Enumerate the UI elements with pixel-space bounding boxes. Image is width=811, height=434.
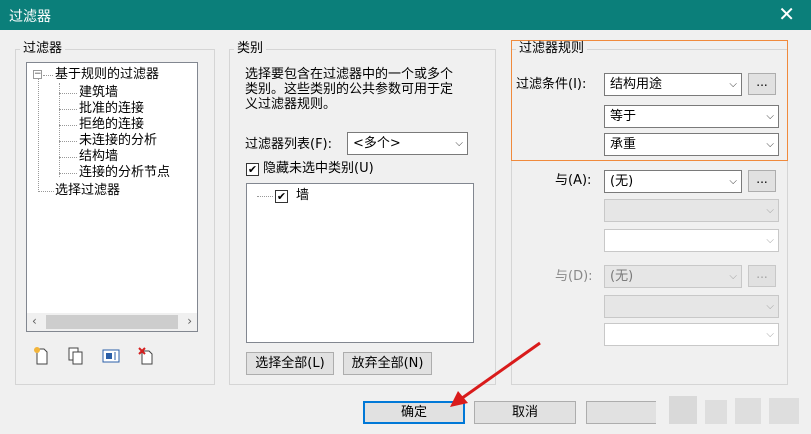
value-value: 承重	[610, 137, 637, 152]
and-a-label: 与(A):	[555, 173, 592, 188]
filter-tree[interactable]: − 基于规则的过滤器 建筑墙 批准的连接 拒绝的连接 未连接的分析 结构墙 连接…	[26, 62, 198, 332]
condition-value: 结构用途	[610, 77, 663, 92]
and-d-label: 与(D):	[555, 269, 593, 284]
filter-rules-group-title: 过滤器规则	[516, 41, 588, 57]
chevron-down-icon: ⌵	[766, 301, 774, 312]
and-a-value: (无)	[610, 174, 634, 189]
tree-horizontal-scrollbar[interactable]: ‹ ›	[27, 313, 197, 331]
chevron-down-icon: ⌵	[766, 235, 774, 246]
value-dropdown[interactable]: 承重 ⌵	[604, 133, 779, 156]
and-d-value: (无)	[610, 269, 634, 284]
filter-list-label: 过滤器列表(F):	[245, 137, 333, 152]
tree-node-approved-connection[interactable]: 批准的连接	[79, 101, 144, 117]
chevron-down-icon: ⌵	[766, 139, 774, 150]
delete-filter-icon[interactable]	[137, 346, 157, 366]
scroll-right-icon[interactable]: ›	[187, 314, 192, 328]
tree-line	[38, 79, 39, 192]
tree-node-unconnected-analysis[interactable]: 未连接的分析	[79, 133, 157, 149]
duplicate-filter-icon[interactable]	[66, 346, 86, 366]
tree-line	[59, 125, 77, 126]
new-filter-icon[interactable]	[32, 346, 52, 366]
chevron-down-icon: ⌵	[729, 271, 737, 282]
condition-more-button[interactable]: ...	[748, 73, 776, 95]
filter-list-value: <多个>	[353, 136, 401, 151]
category-item-label[interactable]: 墙	[296, 188, 309, 204]
tree-line	[257, 196, 273, 197]
title-bar: 过滤器 ✕	[0, 0, 811, 30]
and-a-more-button[interactable]: ...	[748, 170, 776, 192]
operator-value: 等于	[610, 109, 637, 124]
and-a-value-dropdown: ⌵	[604, 229, 779, 252]
categories-group-title: 类别	[234, 41, 267, 57]
select-all-button[interactable]: 选择全部(L)	[246, 352, 334, 375]
filter-list-dropdown[interactable]: <多个> ⌵	[347, 132, 468, 155]
scroll-left-icon[interactable]: ‹	[32, 314, 37, 328]
chevron-down-icon: ⌵	[766, 111, 774, 122]
filters-group-title: 过滤器	[20, 41, 66, 57]
and-d-operator-dropdown: ⌵	[604, 295, 779, 318]
and-a-operator-dropdown: ⌵	[604, 199, 779, 222]
and-d-value-dropdown: ⌵	[604, 323, 779, 346]
tree-node-structural-wall[interactable]: 结构墙	[79, 149, 118, 165]
hide-unchecked-checkbox[interactable]: ✔	[246, 163, 259, 176]
tree-line	[59, 173, 77, 174]
categories-description: 类别。这些类别的公共参数可用于定	[245, 82, 454, 97]
condition-dropdown[interactable]: 结构用途 ⌵	[604, 73, 742, 96]
and-a-dropdown[interactable]: (无) ⌵	[604, 170, 742, 193]
chevron-down-icon: ⌵	[455, 138, 463, 149]
hide-unchecked-label[interactable]: 隐藏未选中类别(U)	[263, 161, 374, 177]
deselect-all-button[interactable]: 放弃全部(N)	[343, 352, 432, 375]
window-title: 过滤器	[9, 9, 51, 25]
category-item-checkbox[interactable]: ✔	[275, 190, 288, 203]
condition-label: 过滤条件(I):	[516, 77, 587, 92]
close-icon[interactable]: ✕	[778, 3, 795, 25]
tree-node-architectural-wall[interactable]: 建筑墙	[79, 85, 118, 101]
chevron-down-icon: ⌵	[766, 329, 774, 340]
tree-line	[59, 157, 77, 158]
tree-line	[59, 109, 77, 110]
annotation-arrow-icon	[450, 341, 541, 407]
tree-node-selection-filter[interactable]: 选择过滤器	[55, 183, 120, 199]
chevron-down-icon: ⌵	[729, 176, 737, 187]
tree-node-connected-analysis-node[interactable]: 连接的分析节点	[79, 165, 170, 181]
tree-node-rule-based[interactable]: 基于规则的过滤器	[55, 67, 159, 83]
rename-filter-icon[interactable]	[101, 346, 121, 366]
tree-line	[59, 83, 60, 177]
scrollbar-thumb[interactable]	[46, 315, 178, 329]
operator-dropdown[interactable]: 等于 ⌵	[604, 105, 779, 128]
category-list[interactable]: ✔ 墙	[246, 183, 474, 343]
chevron-down-icon: ⌵	[729, 79, 737, 90]
watermark-logo-icon	[669, 396, 799, 424]
tree-node-rejected-connection[interactable]: 拒绝的连接	[79, 117, 144, 133]
chevron-down-icon: ⌵	[766, 205, 774, 216]
categories-description: 选择要包含在过滤器中的一个或多个	[245, 67, 454, 82]
tree-line	[59, 93, 77, 94]
tree-collapse-toggle[interactable]: −	[33, 70, 42, 79]
apply-button[interactable]	[586, 401, 656, 424]
tree-line	[43, 75, 53, 76]
and-d-dropdown: (无) ⌵	[604, 265, 742, 288]
tree-line	[38, 191, 54, 192]
and-d-more-button: ...	[748, 265, 776, 287]
tree-line	[59, 141, 77, 142]
categories-description: 义过滤器规则。	[245, 97, 337, 112]
